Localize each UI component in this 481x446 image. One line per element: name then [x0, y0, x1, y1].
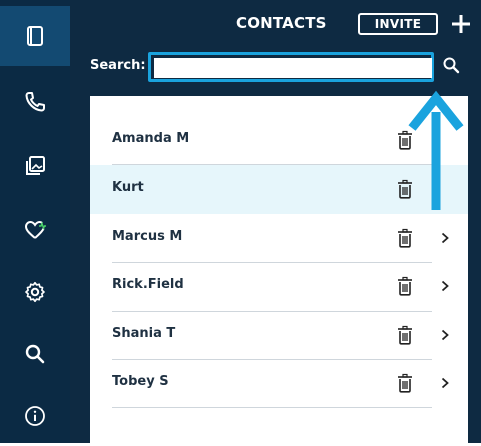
heart-pulse-icon	[24, 220, 46, 239]
add-contact-icon[interactable]	[450, 13, 472, 35]
sidebar-item-gallery[interactable]	[0, 136, 70, 196]
search-icon[interactable]	[442, 56, 460, 74]
sidebar-item-phone[interactable]	[0, 72, 70, 132]
list-item[interactable]: Rick.Field	[90, 262, 468, 311]
phone-icon	[25, 92, 45, 112]
contact-name: Tobey S	[112, 374, 169, 389]
trash-icon[interactable]	[396, 276, 414, 296]
arrow-up-icon	[408, 90, 464, 210]
sidebar-item-health[interactable]	[0, 200, 70, 260]
chevron-right-icon	[441, 280, 449, 292]
search-label: Search:	[90, 58, 146, 73]
info-icon	[25, 406, 45, 426]
sidebar-item-info[interactable]	[0, 386, 70, 446]
gear-icon	[25, 281, 45, 303]
search-input[interactable]	[154, 58, 432, 78]
invite-button[interactable]: INVITE	[358, 13, 438, 35]
trash-icon[interactable]	[396, 228, 414, 248]
contact-name: Amanda M	[112, 131, 190, 146]
list-item[interactable]: Shania T	[90, 311, 468, 360]
contacts-panel: CONTACTS INVITE Search: Amanda M Kurt Ma…	[70, 0, 481, 443]
search-icon	[25, 344, 45, 364]
gallery-icon	[26, 156, 45, 175]
contact-name: Shania T	[112, 326, 176, 341]
contact-name: Rick.Field	[112, 277, 184, 292]
sidebar-item-device[interactable]	[0, 6, 70, 66]
trash-icon[interactable]	[396, 325, 414, 345]
chevron-right-icon	[441, 232, 449, 244]
chevron-right-icon	[441, 329, 449, 341]
device-icon	[27, 26, 43, 46]
contact-name: Kurt	[112, 180, 144, 195]
page-title: CONTACTS	[236, 14, 327, 32]
header-bar: CONTACTS INVITE	[70, 0, 481, 48]
list-item[interactable]: Tobey S	[90, 359, 468, 408]
sidebar-item-search[interactable]	[0, 324, 70, 384]
divider	[112, 407, 432, 408]
trash-icon[interactable]	[396, 373, 414, 393]
app-window: CONTACTS INVITE Search: Amanda M Kurt Ma…	[0, 0, 481, 443]
sidebar-item-settings[interactable]	[0, 262, 70, 322]
contact-name: Marcus M	[112, 229, 183, 244]
chevron-right-icon	[441, 377, 449, 389]
sidebar	[0, 0, 70, 443]
